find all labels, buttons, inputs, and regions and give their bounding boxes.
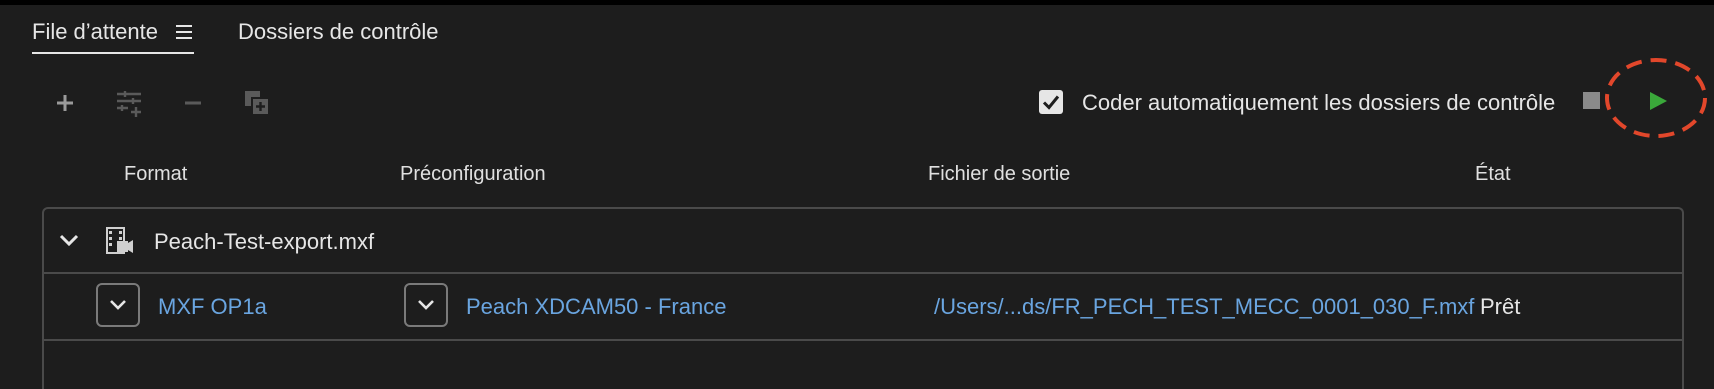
queue-panel: Peach-Test-export.mxf MXF OP1a Peach XDC… xyxy=(42,207,1684,389)
tab-watch-folders[interactable]: Dossiers de contrôle xyxy=(238,19,439,45)
queue-item-name[interactable]: Peach-Test-export.mxf xyxy=(154,229,374,255)
chevron-down-icon[interactable] xyxy=(58,229,80,251)
stop-icon[interactable] xyxy=(1583,92,1600,109)
tab-queue[interactable]: File d’attente xyxy=(32,19,194,54)
tab-watch-folders-label: Dossiers de contrôle xyxy=(238,19,439,44)
row-divider xyxy=(44,339,1682,341)
video-file-icon xyxy=(106,227,133,254)
preset-dropdown-button[interactable] xyxy=(404,283,448,327)
duplicate-icon[interactable] xyxy=(242,88,272,118)
format-dropdown-button[interactable] xyxy=(96,283,140,327)
column-header-state[interactable]: État xyxy=(1475,163,1511,186)
preset-settings-icon[interactable] xyxy=(114,88,144,118)
auto-encode-checkbox[interactable] xyxy=(1039,90,1063,114)
queue-menu-icon[interactable] xyxy=(176,25,192,43)
chevron-down-icon xyxy=(418,300,434,310)
active-tab-underline xyxy=(32,52,194,54)
status-text: Prêt xyxy=(1480,294,1521,319)
annotation-circle xyxy=(1605,58,1707,138)
minus-icon[interactable] xyxy=(178,88,208,118)
format-link[interactable]: MXF OP1a xyxy=(158,294,267,320)
chevron-down-icon xyxy=(110,300,126,310)
tab-queue-label: File d’attente xyxy=(32,19,158,44)
column-header-preset[interactable]: Préconfiguration xyxy=(400,163,546,186)
checkmark-icon xyxy=(1042,95,1060,110)
output-file-link[interactable]: /Users/...ds/FR_PECH_TEST_MECC_0001_030_… xyxy=(934,294,1474,320)
column-header-output[interactable]: Fichier de sortie xyxy=(928,163,1070,186)
plus-icon[interactable] xyxy=(50,88,80,118)
preset-link[interactable]: Peach XDCAM50 - France xyxy=(466,294,726,320)
tab-bar: File d’attente Dossiers de contrôle xyxy=(0,5,1714,55)
column-header-format[interactable]: Format xyxy=(124,163,187,186)
auto-encode-label: Coder automatiquement les dossiers de co… xyxy=(1082,90,1556,115)
row-divider xyxy=(44,272,1682,274)
